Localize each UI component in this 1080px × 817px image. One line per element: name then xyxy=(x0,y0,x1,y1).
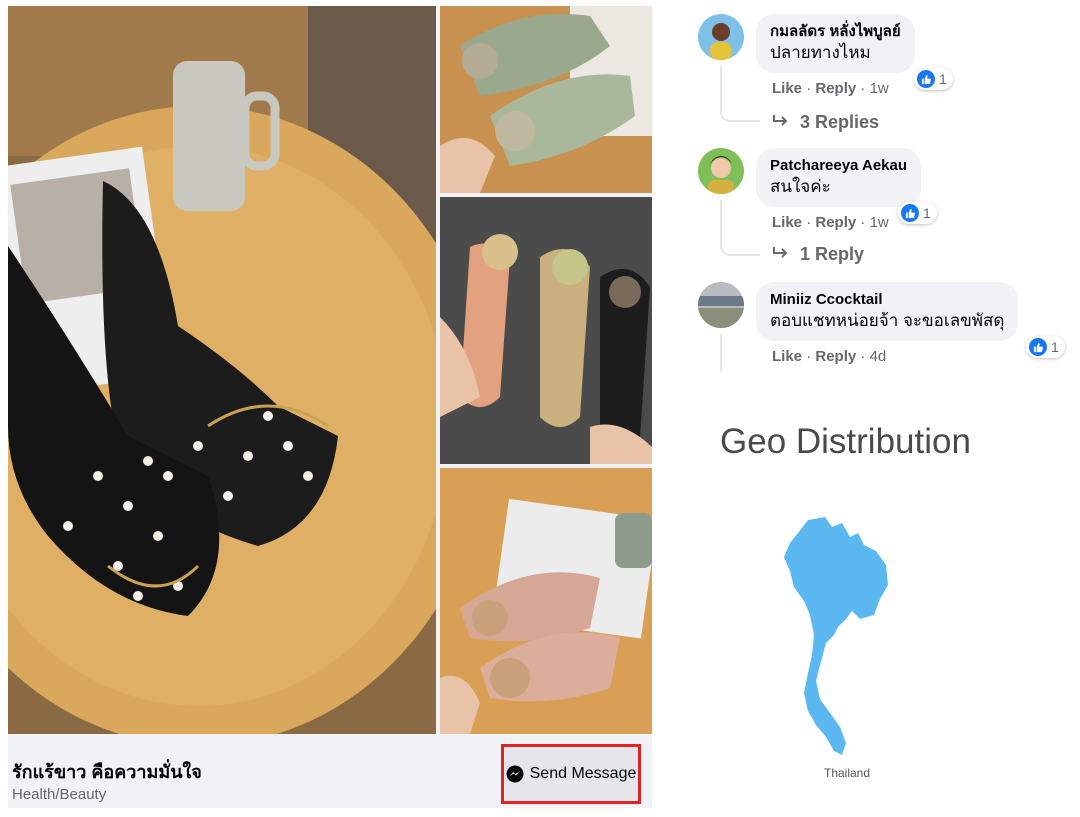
comment-3: Miniiz Ccocktail ตอบแชทหน่อยจ้า จะขอเลขพ… xyxy=(698,282,1078,377)
reaction-count[interactable]: 1 xyxy=(898,202,937,224)
comment-bubble: Patchareeya Aekau สนใจค่ะ xyxy=(756,148,922,207)
reaction-count-value: 1 xyxy=(939,71,947,87)
like-link[interactable]: Like xyxy=(772,214,802,231)
comment-time[interactable]: 4d xyxy=(870,348,887,365)
like-link[interactable]: Like xyxy=(772,80,802,97)
view-replies-label: 1 Reply xyxy=(800,244,865,264)
comment-author[interactable]: กมลลัดร หลั่งไพบูลย์ xyxy=(770,22,901,42)
ad-photo-pink-flats[interactable] xyxy=(440,468,652,734)
reply-link[interactable]: Reply xyxy=(815,214,856,231)
view-replies-label: 3 Replies xyxy=(800,112,880,132)
comment-2: Patchareeya Aekau สนใจค่ะ 1 Like · Reply… xyxy=(698,148,1068,268)
reply-arrow-icon xyxy=(772,244,790,265)
ad-photo-green-flats[interactable] xyxy=(440,6,652,193)
comment-author[interactable]: Miniiz Ccocktail xyxy=(770,290,1004,310)
like-link[interactable]: Like xyxy=(772,348,802,365)
view-replies-link[interactable]: 3 Replies xyxy=(772,112,879,133)
geo-country-label: Thailand xyxy=(824,766,871,780)
reaction-count[interactable]: 1 xyxy=(1026,336,1065,358)
reaction-count-value: 1 xyxy=(923,205,931,221)
thailand-region[interactable] xyxy=(784,517,888,755)
ad-category: Health/Beauty xyxy=(12,786,107,803)
reply-link[interactable]: Reply xyxy=(815,348,856,365)
comment-1: กมลลัดร หลั่งไพบูลย์ ปลายทางไหม 1 Like ·… xyxy=(698,14,1068,134)
avatar[interactable] xyxy=(698,148,744,194)
reaction-count[interactable]: 1 xyxy=(914,68,953,90)
comment-text: ปลายทางไหม xyxy=(770,43,871,62)
thread-line xyxy=(720,200,760,256)
comment-actions: Like · Reply · 1w xyxy=(772,80,889,97)
comment-actions: Like · Reply · 4d xyxy=(772,348,887,365)
comment-author[interactable]: Patchareeya Aekau xyxy=(770,156,907,176)
comment-text: สนใจค่ะ xyxy=(770,177,831,196)
messenger-icon xyxy=(506,765,524,783)
ad-title[interactable]: รักแร้ขาว คือความมั่นใจ xyxy=(12,757,202,786)
view-replies-link[interactable]: 1 Reply xyxy=(772,244,864,265)
reply-arrow-icon xyxy=(772,112,790,133)
send-message-button[interactable]: Send Message xyxy=(501,744,641,804)
thread-line xyxy=(720,66,760,122)
thumbs-up-icon xyxy=(917,70,935,88)
reaction-count-value: 1 xyxy=(1051,339,1059,355)
thailand-map[interactable] xyxy=(780,515,890,760)
comment-time[interactable]: 1w xyxy=(870,80,889,97)
reply-link[interactable]: Reply xyxy=(815,80,856,97)
geo-distribution-title: Geo Distribution xyxy=(720,422,971,461)
comment-time[interactable]: 1w xyxy=(870,214,889,231)
comment-bubble: กมลลัดร หลั่งไพบูลย์ ปลายทางไหม xyxy=(756,14,915,73)
avatar[interactable] xyxy=(698,14,744,60)
ad-footer: รักแร้ขาว คือความมั่นใจ Health/Beauty Se… xyxy=(8,734,652,808)
thumbs-up-icon xyxy=(901,204,919,222)
page: รักแร้ขาว คือความมั่นใจ Health/Beauty Se… xyxy=(0,0,1080,817)
comment-text: ตอบแชทหน่อยจ้า จะขอเลขพัสดุ xyxy=(770,311,1005,330)
avatar[interactable] xyxy=(698,282,744,328)
comment-actions: Like · Reply · 1w xyxy=(772,214,889,231)
comment-bubble: Miniiz Ccocktail ตอบแชทหน่อยจ้า จะขอเลขพ… xyxy=(756,282,1019,341)
thumbs-up-icon xyxy=(1029,338,1047,356)
thread-line xyxy=(720,334,722,372)
ad-card[interactable]: รักแร้ขาว คือความมั่นใจ Health/Beauty Se… xyxy=(8,6,652,808)
send-message-label: Send Message xyxy=(529,765,637,782)
ad-photo-hands-flats[interactable] xyxy=(440,197,652,464)
ad-main-photo[interactable] xyxy=(8,6,436,734)
